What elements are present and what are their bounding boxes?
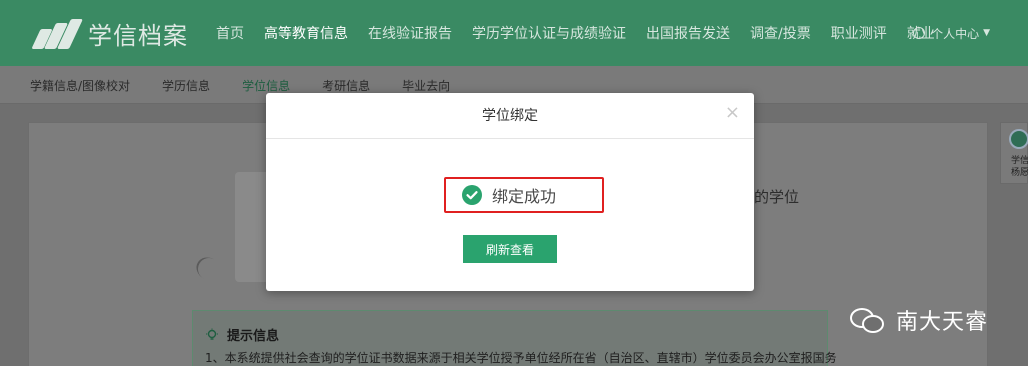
lightbulb-icon [206,328,218,340]
tip-text: 1、本系统提供社会查询的学位证书数据来源于相关学位授予单位经所在省（自治区、直辖… [205,351,837,365]
tab-education-info[interactable]: 学历信息 [162,77,210,94]
dialog-header: 学位绑定 × [266,93,754,139]
degree-binding-dialog: 学位绑定 × 绑定成功 刷新查看 [266,93,754,291]
refresh-view-button[interactable]: 刷新查看 [463,235,557,263]
top-navbar: 学信档案 首页 高等教育信息 在线验证报告 学历学位认证与成绩验证 出国报告发送… [0,0,1028,66]
watermark: 南大天睿 [848,304,988,336]
user-menu-label: 个人中心 [931,26,980,41]
wechat-icon [848,305,888,335]
content-heading-fragment: 的学位 [754,188,800,206]
nav-item-higher-education[interactable]: 高等教育信息 [264,23,348,43]
nav-item-report-sending[interactable]: 出国报告发送 [646,23,730,43]
nav-item-degree-authentication[interactable]: 学历学位认证与成绩验证 [472,23,626,43]
nav-item-online-verification[interactable]: 在线验证报告 [368,23,452,43]
chevron-down-icon: ▼ [983,28,990,38]
side-widget-label: 学信 [1011,156,1028,166]
tip-box: 提示信息 1、本系统提供社会查询的学位证书数据来源于相关学位授予单位经所在省（自… [192,310,837,366]
tip-title: 提示信息 [227,329,280,344]
user-menu[interactable]: 个人中心 ▼ [913,0,990,66]
close-icon[interactable]: × [725,102,740,123]
nav-item-survey[interactable]: 调查/投票 [750,23,811,43]
brand-logo[interactable]: 学信档案 [30,16,188,51]
success-text: 绑定成功 [492,187,557,206]
nav-item-home[interactable]: 首页 [216,23,244,43]
watermark-text: 南大天睿 [896,310,989,335]
tab-enrollment-info[interactable]: 学籍信息/图像校对 [30,77,130,94]
nav-item-career-assessment[interactable]: 职业测评 [831,23,887,43]
side-widget[interactable]: 学信 杨愿... [1000,122,1028,184]
side-widget-sublabel: 杨愿... [1011,168,1028,178]
tab-degree-info[interactable]: 学位信息 [242,77,290,94]
tip-heading: 提示信息 [205,325,279,344]
dialog-title: 学位绑定 [482,108,538,124]
logo-icon [30,18,83,49]
avatar [1009,129,1028,149]
check-circle-icon [462,185,482,205]
main-nav: 首页 高等教育信息 在线验证报告 学历学位认证与成绩验证 出国报告发送 调查/投… [216,0,955,66]
tab-postgraduate-exam-info[interactable]: 考研信息 [322,77,370,94]
tab-graduation-destination[interactable]: 毕业去向 [402,77,450,94]
user-icon [913,27,926,39]
success-message: 绑定成功 [444,177,604,213]
brand-name: 学信档案 [88,22,188,50]
